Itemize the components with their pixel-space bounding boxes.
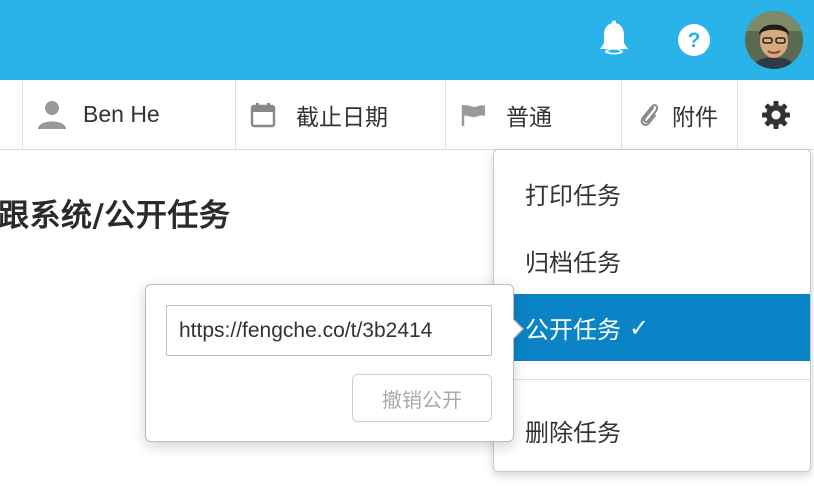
priority-button[interactable]: 普通 [445, 80, 621, 149]
public-url-field[interactable] [166, 305, 492, 356]
calendar-icon [250, 102, 276, 127]
due-date-button[interactable]: 截止日期 [235, 80, 445, 149]
popover-arrow [512, 318, 524, 340]
priority-label: 普通 [506, 103, 552, 130]
top-bar: ? [0, 0, 814, 80]
menu-item-label: 公开任务 [525, 316, 621, 344]
attachment-button[interactable]: 附件 [621, 80, 737, 149]
gear-icon [762, 100, 790, 129]
checkmark-icon: ✓ [629, 313, 650, 342]
flag-icon [461, 104, 485, 126]
menu-item-label: 打印任务 [525, 182, 621, 210]
menu-item-print-task[interactable]: 打印任务 [494, 160, 810, 227]
assignee-label: Ben He [83, 101, 160, 127]
due-date-label: 截止日期 [296, 103, 388, 130]
svg-text:?: ? [688, 29, 701, 52]
task-title: 跟系统/公开任务 [0, 198, 231, 234]
menu-divider [494, 379, 810, 380]
settings-dropdown-menu: 打印任务 归档任务 公开任务 ✓ 删除任务 [493, 149, 811, 472]
bell-icon[interactable] [594, 18, 634, 60]
assignee-button[interactable]: Ben He [22, 80, 235, 149]
menu-item-archive-task[interactable]: 归档任务 [494, 227, 810, 294]
menu-item-label: 删除任务 [525, 419, 621, 447]
menu-item-label: 归档任务 [525, 249, 621, 277]
paperclip-icon [640, 103, 659, 126]
attachment-label: 附件 [672, 103, 718, 130]
user-icon [38, 100, 66, 129]
menu-item-publish-task[interactable]: 公开任务 ✓ [494, 294, 810, 361]
revoke-publish-button[interactable]: 撤销公开 [352, 374, 492, 422]
help-icon[interactable]: ? [676, 22, 712, 58]
avatar[interactable] [745, 11, 803, 69]
task-toolbar: Ben He 截止日期 普通 附件 [0, 80, 814, 150]
settings-button[interactable] [737, 80, 814, 149]
menu-item-delete-task[interactable]: 删除任务 [494, 397, 810, 464]
publish-link-popover: 撤销公开 [145, 284, 524, 442]
